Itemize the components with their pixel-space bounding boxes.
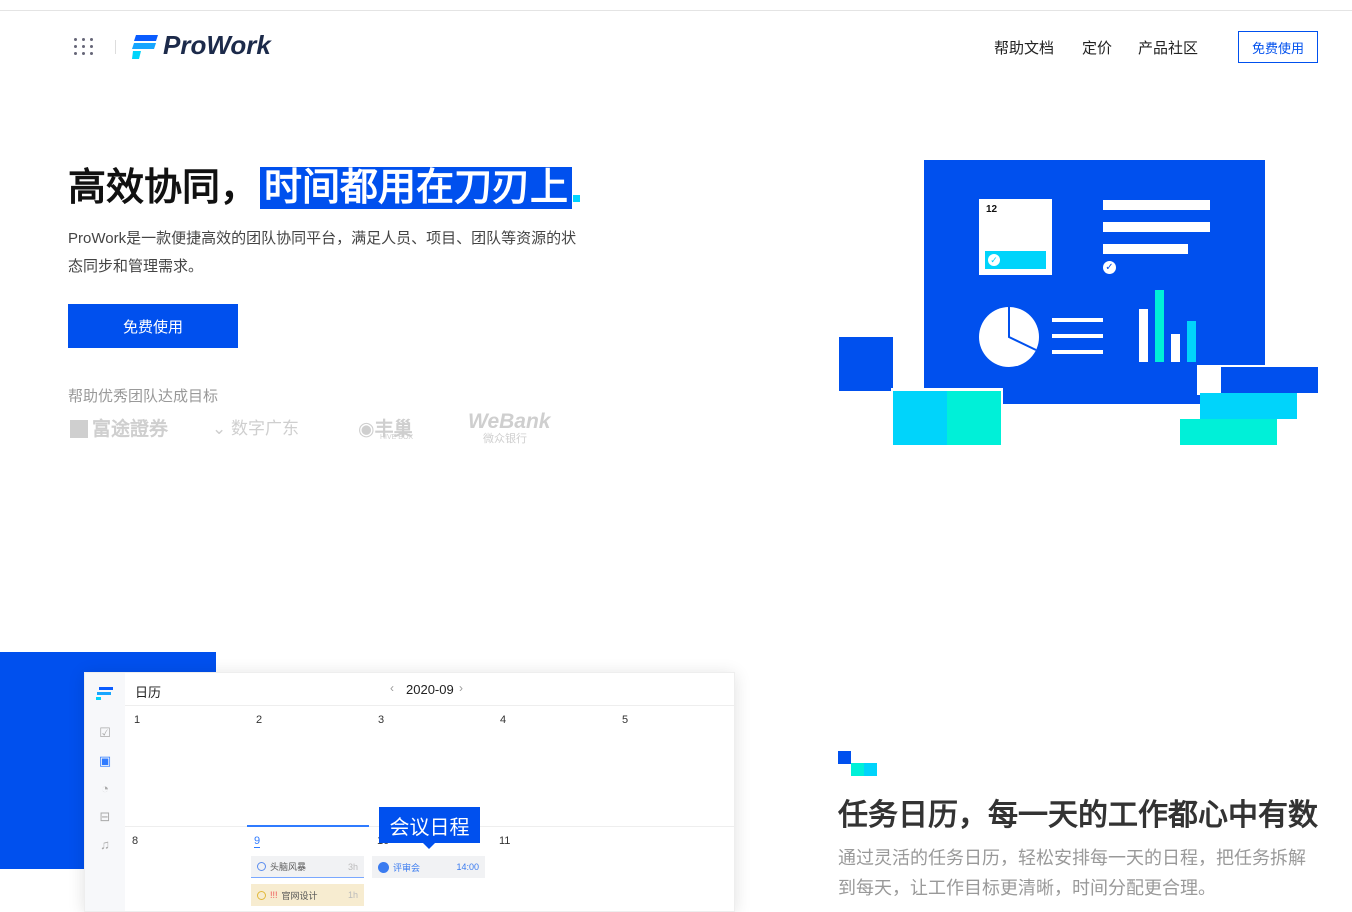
day-cell[interactable]: 8 [132,835,138,847]
decor-square [864,763,877,776]
day-cell-today[interactable]: 9 [254,835,261,848]
task-item[interactable]: 头脑风暴 3h [251,856,364,878]
app-grid-icon[interactable] [74,38,94,56]
meeting-item[interactable]: 评审会 14:00 [372,856,485,878]
partner-logo-webank: WeBank 微众银行 [468,410,551,445]
feature-description: 通过灵活的任务日历，轻松安排每一天的日程，把任务拆解到每天，让工作目标更清晰，时… [838,848,1306,898]
prowork-logo-icon [132,35,158,59]
day-cell[interactable]: 1 [134,714,140,726]
hero-free-trial-button[interactable]: 免费使用 [68,304,238,348]
day-cell[interactable]: 2 [256,714,262,726]
next-month-icon[interactable]: › [459,681,463,695]
hero-description: ProWork是一款便捷高效的团队协同平台，满足人员、项目、团队等资源的状态同步… [68,230,577,275]
partner-logo-hivebox: ◉丰巢 HIVE BOX [358,419,414,441]
day-cell[interactable]: 5 [622,714,628,726]
hero-title: 高效协同， 时间都用在刀刃上 [68,156,573,211]
calendar-title: 日历 [135,685,162,700]
decor-dot [573,195,580,202]
task-check-icon[interactable]: ☑ [97,725,113,741]
pie-icon[interactable]: ◔ [97,781,113,797]
check-icon: ✓ [988,254,1000,266]
calendar-preview: ☑ ▣ ◔ ⊟ ♫ 日历 ‹ 2020-09 › 1 2 3 4 5 8 9 1… [84,672,735,912]
task-item[interactable]: !!! 官网设计 1h [251,884,364,906]
app-logo-icon [96,687,113,700]
feature-title: 任务日历，每一天的工作都心中有数 [838,799,1318,832]
inbox-icon[interactable]: ⊟ [97,809,113,825]
divider [115,40,116,54]
free-trial-button[interactable]: 免费使用 [1238,31,1318,63]
hero-title-highlight: 时间都用在刀刃上 [260,167,573,209]
today-indicator [247,825,369,827]
pie-chart-icon [979,307,1039,367]
nav-community[interactable]: 产品社区 [1138,37,1198,58]
nav-pricing[interactable]: 定价 [1082,37,1112,58]
meeting-tooltip: 会议日程 [379,807,480,849]
people-icon [378,861,389,873]
day-cell[interactable]: 3 [378,714,384,726]
calendar-sidebar: ☑ ▣ ◔ ⊟ ♫ [85,673,125,911]
brand-logo[interactable]: ProWork [163,30,271,61]
decor-square [838,751,851,764]
partners-label: 帮助优秀团队达成目标 [68,388,219,405]
check-icon: ✓ [1103,261,1116,274]
decor-square [851,763,864,776]
calendar-icon[interactable]: ▣ [97,753,113,769]
prev-month-icon[interactable]: ‹ [390,681,394,695]
illustration-date: 12 [986,204,998,215]
partner-logo-digital-guangdong: ⌄ 数字广东 [212,419,299,438]
current-month: 2020-09 [406,682,454,697]
nav-help-docs[interactable]: 帮助文档 [994,37,1054,58]
hero-title-prefix: 高效协同， [68,167,259,209]
partner-logo-futu: 富途證券 [70,414,168,441]
top-divider [0,10,1352,11]
day-cell[interactable]: 4 [500,714,506,726]
bell-icon[interactable]: ♫ [97,837,113,853]
day-cell[interactable]: 11 [499,835,510,847]
calendar-header: 日历 ‹ 2020-09 › [125,673,734,706]
